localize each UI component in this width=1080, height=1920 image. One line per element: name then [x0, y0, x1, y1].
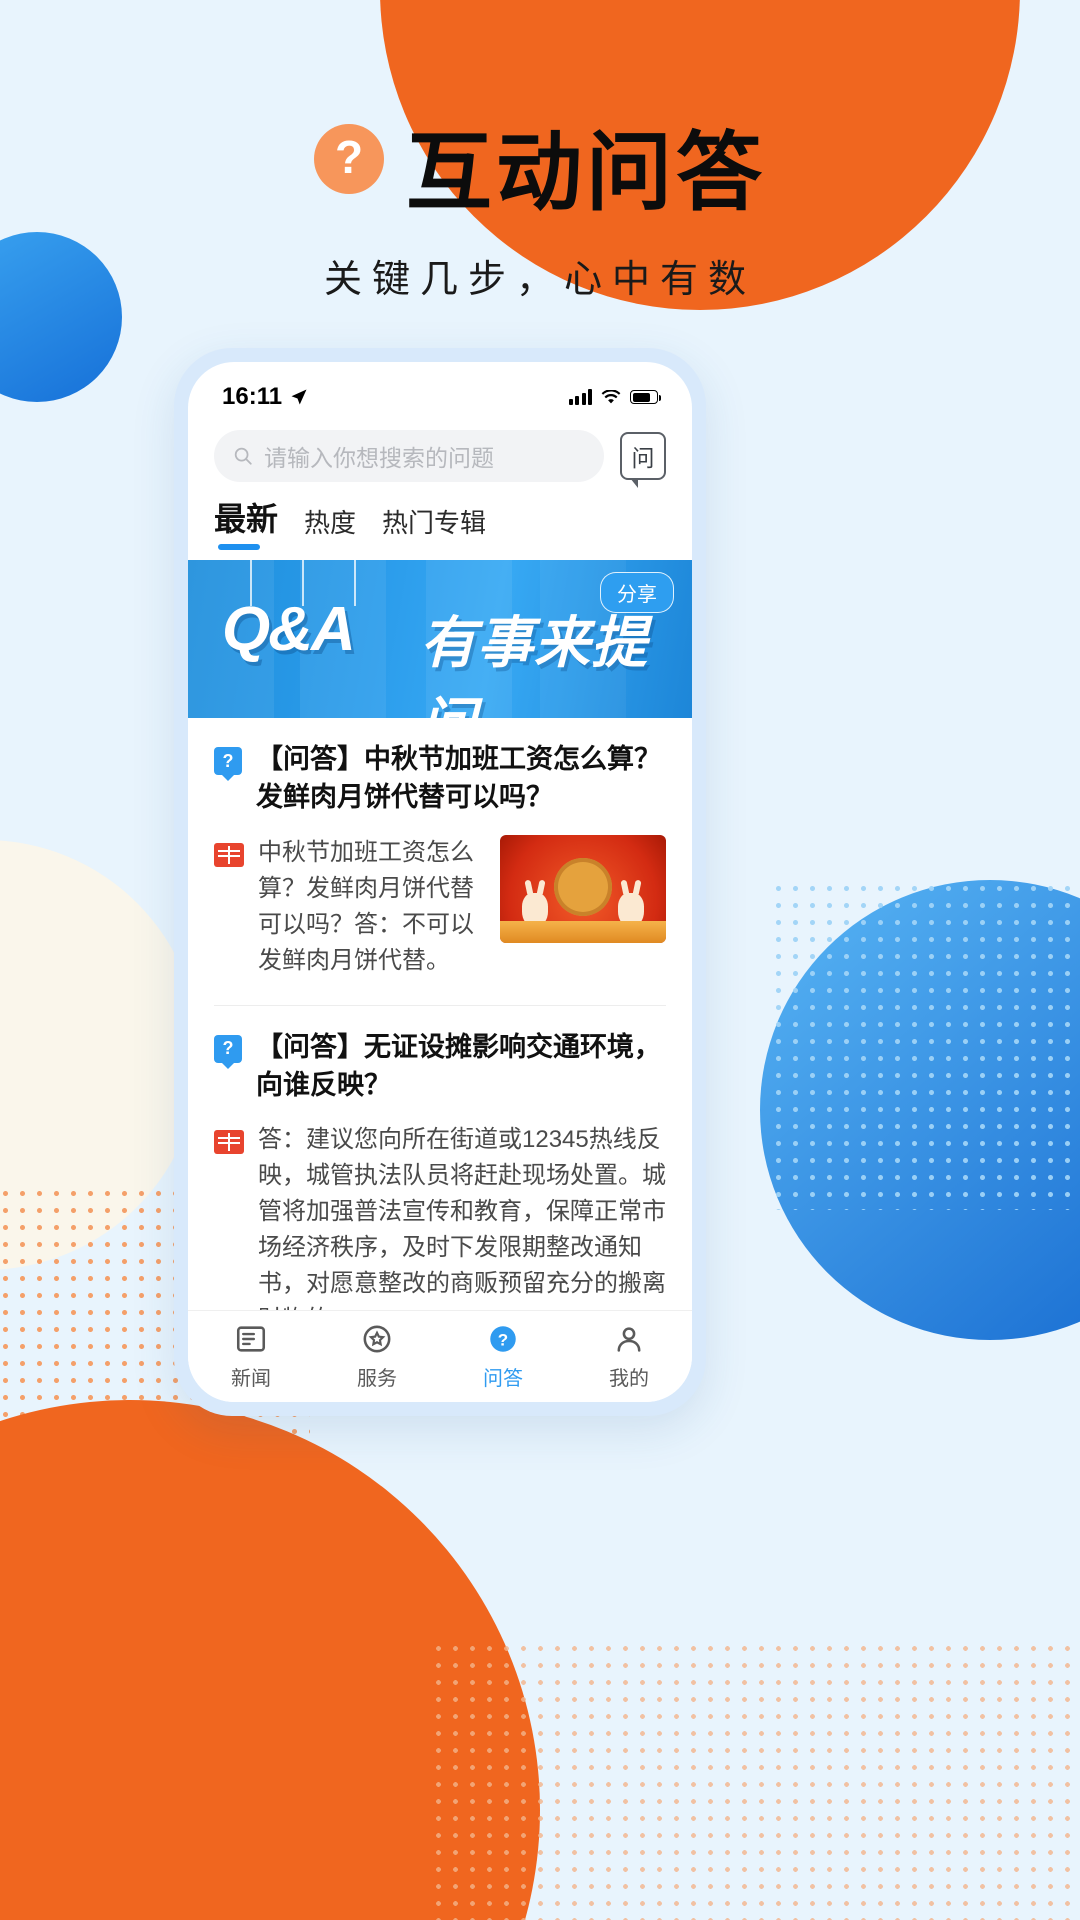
answer-body: 中秋节加班工资怎么算？发鲜肉月饼代替可以吗？答：不可以发鲜肉月饼代替。 — [214, 834, 666, 979]
answer-text: 答：建议您向所在街道或12345热线反映，城管执法队员将赶赴现场处置。城管将加强… — [258, 1126, 666, 1310]
search-row: 请输入你想搜索的问题 问 — [188, 424, 692, 492]
mooncake-rabbits-image — [500, 834, 666, 943]
page-header: ? 互动问答 关键几步，心中有数 — [0, 0, 1080, 303]
battery-icon — [630, 390, 661, 404]
page-title: 互动问答 — [406, 125, 766, 221]
nav-label-profile: 我的 — [609, 1368, 649, 1390]
banner-hanging-string — [354, 560, 356, 606]
news-icon — [236, 1326, 266, 1352]
question-mark-badge-icon: ? — [314, 124, 384, 195]
question-tag-icon: ? — [214, 747, 242, 781]
status-left: 16:11 — [222, 383, 308, 411]
tab-latest[interactable]: 最新 — [214, 494, 278, 550]
nav-label-news: 新闻 — [231, 1368, 271, 1390]
answer-text: 中秋节加班工资怎么算？发鲜肉月饼代替可以吗？答：不可以发鲜肉月饼代替。 — [258, 838, 474, 974]
qa-feed-list[interactable]: ? 【问答】中秋节加班工资怎么算？发鲜肉月饼代替可以吗？ 中秋节加班工资怎么算？… — [188, 718, 692, 1310]
nav-label-service: 服务 — [357, 1368, 397, 1390]
wifi-icon — [601, 389, 621, 403]
ask-question-button[interactable]: 问 — [620, 432, 666, 488]
user-profile-icon — [617, 1327, 641, 1352]
answer-body: 答：建议您向所在街道或12345热线反映，城管执法队员将赶赴现场处置。城管将加强… — [214, 1122, 666, 1310]
bottom-navigation: 新闻 服务 ? 问答 我的 — [188, 1310, 692, 1402]
question-circle-icon: ? — [490, 1326, 516, 1352]
page-subtitle: 关键几步，心中有数 — [323, 259, 756, 302]
share-button[interactable]: 分享 — [600, 572, 674, 613]
status-bar: 16:11 — [188, 362, 692, 424]
banner-slogan: 有事来提问 — [420, 611, 648, 718]
status-time: 16:11 — [222, 383, 283, 410]
answer-thumbnail[interactable] — [500, 834, 666, 943]
nav-label-qa: 问答 — [483, 1368, 523, 1390]
phone-screen: 16:11 请输入你想搜索的问题 问 最新 热度 热门专辑 Q&A 有事来提 分… — [188, 362, 692, 1402]
question-title: 【问答】无证设摊影响交通环境，向谁反映？ — [256, 1031, 661, 1100]
feed-tabs: 最新 热度 热门专辑 — [188, 492, 692, 550]
svg-text:?: ? — [498, 1331, 508, 1350]
banner-logo-text: Q&A — [222, 595, 356, 664]
nav-item-service[interactable]: 服务 — [314, 1322, 440, 1391]
cellular-signal-icon — [568, 389, 592, 405]
answer-tag-icon — [214, 842, 244, 867]
ground-shape — [500, 920, 666, 943]
mooncake-shape — [554, 857, 612, 916]
list-item[interactable]: ? 【问答】中秋节加班工资怎么算？发鲜肉月饼代替可以吗？ 中秋节加班工资怎么算？… — [188, 718, 692, 983]
location-arrow-icon — [291, 389, 307, 405]
dot-pattern-bottom-right — [430, 1640, 1080, 1920]
qa-banner[interactable]: Q&A 有事来提问 分享 — [188, 560, 692, 718]
search-placeholder: 请输入你想搜索的问题 — [264, 445, 494, 471]
nav-item-news[interactable]: 新闻 — [188, 1322, 314, 1391]
phone-mockup: 16:11 请输入你想搜索的问题 问 最新 热度 热门专辑 Q&A 有事来提 分… — [174, 348, 706, 1416]
nav-item-qa[interactable]: ? 问答 — [440, 1322, 566, 1391]
tab-albums[interactable]: 热门专辑 — [382, 503, 486, 550]
search-icon — [234, 447, 252, 465]
tab-hot[interactable]: 热度 — [304, 503, 356, 550]
list-item[interactable]: ? 【问答】无证设摊影响交通环境，向谁反映？ 答：建议您向所在街道或12345热… — [188, 1006, 692, 1310]
status-right — [568, 389, 661, 405]
ask-button-label: 问 — [631, 445, 655, 471]
service-star-icon — [363, 1325, 391, 1353]
question-title: 【问答】中秋节加班工资怎么算？发鲜肉月饼代替可以吗？ — [256, 744, 661, 813]
answer-tag-icon — [214, 1130, 244, 1155]
question-tag-icon: ? — [214, 1034, 242, 1069]
nav-item-profile[interactable]: 我的 — [566, 1322, 692, 1391]
title-row: ? 互动问答 — [314, 124, 766, 221]
question-header: ? 【问答】中秋节加班工资怎么算？发鲜肉月饼代替可以吗？ — [214, 740, 666, 817]
dot-pattern-right — [770, 880, 1080, 1210]
search-input[interactable]: 请输入你想搜索的问题 — [214, 430, 604, 482]
question-header: ? 【问答】无证设摊影响交通环境，向谁反映？ — [214, 1028, 666, 1105]
